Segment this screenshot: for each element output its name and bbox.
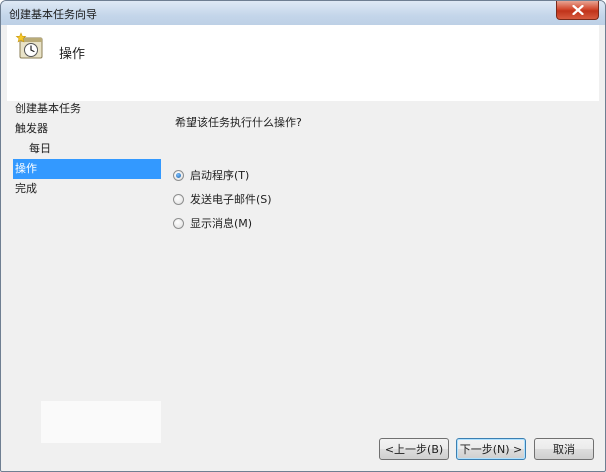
radio-option-start-program[interactable]: 启动程序(T) xyxy=(173,163,272,187)
close-button[interactable] xyxy=(556,1,599,20)
nav-item-finish[interactable]: 完成 xyxy=(13,179,161,199)
close-icon xyxy=(571,5,584,15)
action-radio-group: 启动程序(T) 发送电子邮件(S) 显示消息(M) xyxy=(173,163,272,235)
action-question: 希望该任务执行什么操作? xyxy=(175,116,302,129)
nav-item-create-basic-task[interactable]: 创建基本任务 xyxy=(13,99,161,119)
radio-option-send-email[interactable]: 发送电子邮件(S) xyxy=(173,187,272,211)
radio-button[interactable] xyxy=(173,193,184,205)
wizard-steps-nav: 创建基本任务 触发器 每日 操作 完成 xyxy=(13,99,161,199)
nav-item-daily[interactable]: 每日 xyxy=(13,139,161,159)
radio-button[interactable] xyxy=(173,217,184,229)
nav-item-trigger[interactable]: 触发器 xyxy=(13,119,161,139)
header-band: 操作 xyxy=(7,25,599,101)
redacted-area xyxy=(41,401,161,443)
task-scheduler-icon xyxy=(15,32,43,59)
radio-button-checked[interactable] xyxy=(173,169,184,181)
back-button[interactable]: <上一步(B) xyxy=(379,438,449,460)
radio-label-show-message: 显示消息(M) xyxy=(190,217,253,230)
radio-label-send-email: 发送电子邮件(S) xyxy=(190,193,272,206)
next-button[interactable]: 下一步(N) > xyxy=(456,438,526,460)
wizard-window: 创建基本任务向导 操作 创建基本任务 触发器 每日 操作 完成 希望该任务执行什… xyxy=(0,0,606,472)
nav-item-action[interactable]: 操作 xyxy=(13,159,161,179)
window-title: 创建基本任务向导 xyxy=(9,8,97,21)
cancel-button[interactable]: 取消 xyxy=(534,438,594,460)
title-bar[interactable]: 创建基本任务向导 xyxy=(1,1,605,25)
page-title: 操作 xyxy=(59,47,86,62)
radio-label-start-program: 启动程序(T) xyxy=(190,169,250,182)
radio-option-show-message[interactable]: 显示消息(M) xyxy=(173,211,272,235)
